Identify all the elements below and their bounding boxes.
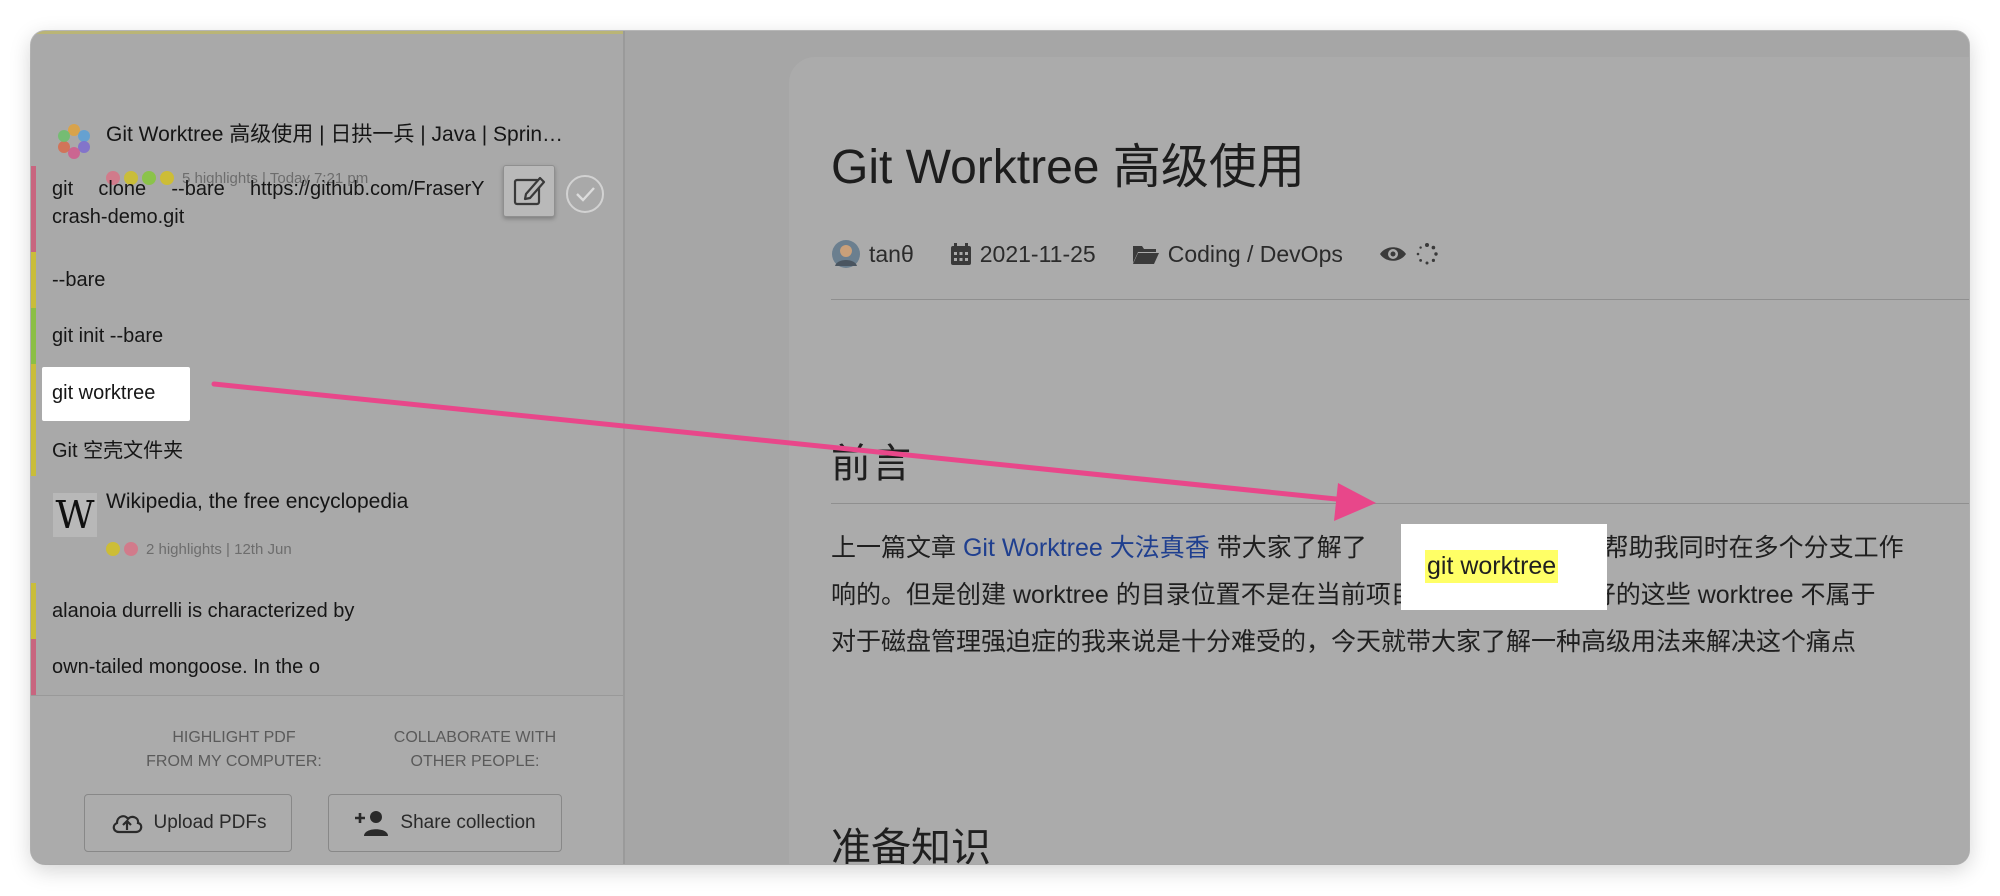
- section-heading: 前言: [831, 442, 911, 486]
- text: 带大家了解了: [1209, 534, 1374, 562]
- highlight-item[interactable]: alanoia durrelli is characterized by: [31, 583, 623, 639]
- word: git: [52, 178, 74, 200]
- publish-date: 2021-11-25: [950, 241, 1096, 268]
- highlights-sidebar: ▾ Git Worktree 高级使用 | 日拱一兵 | Java | Spri…: [31, 31, 625, 864]
- wikipedia-logo-icon: W: [53, 493, 97, 537]
- sidebar-footer: HIGHLIGHT PDF FROM MY COMPUTER: COLLABOR…: [31, 695, 623, 864]
- highlight-text: alanoia durrelli is characterized by: [52, 599, 355, 622]
- button-label: Upload PDFs: [153, 812, 267, 833]
- divider: [831, 503, 1969, 504]
- highlighted-text-box[interactable]: git worktree: [1401, 524, 1607, 610]
- highlight-text: git init --bare: [52, 324, 164, 347]
- highlight-count: 2 highlights | 12th Jun: [146, 540, 292, 558]
- highlight-text-line1: git clone --bare https://github.com/Fras…: [52, 175, 532, 203]
- article-meta: tanθ 2021-11-25 Coding / DevOps: [831, 237, 1475, 271]
- word: https://github.com/FraserY: [249, 178, 485, 200]
- divider: [831, 299, 1969, 300]
- loading-spinner-icon: [1416, 243, 1438, 265]
- edit-note-button[interactable]: [503, 165, 555, 217]
- pdf-label: HIGHLIGHT PDF FROM MY COMPUTER:: [119, 726, 349, 774]
- app-window: ▾ Git Worktree 高级使用 | 日拱一兵 | Java | Spri…: [31, 31, 1969, 864]
- mark-done-button[interactable]: [566, 175, 604, 213]
- para-line: 上一篇文章 Git Worktree 大法真香 带大家了解了 是如何帮助我同时在…: [831, 525, 1904, 572]
- category-link: Coding / DevOps: [1167, 240, 1343, 267]
- upload-pdfs-button[interactable]: Upload PDFs: [84, 794, 292, 852]
- edit-icon: [513, 176, 546, 206]
- date-text: 2021-11-25: [979, 240, 1096, 267]
- selected-highlight[interactable]: git worktree: [42, 367, 190, 421]
- author-name: tanθ: [869, 240, 914, 267]
- highlight-item[interactable]: --bare: [31, 252, 623, 308]
- para-line: 对于磁盘管理强迫症的我来说是十分难受的，今天就带大家了解一种高级用法来解决这个痛…: [831, 628, 1857, 656]
- label-line: COLLABORATE WITH: [393, 729, 557, 746]
- view-count: [1379, 242, 1439, 266]
- sidebar-top-strip: [31, 31, 623, 34]
- highlight-text: own-tailed mongoose. In the o: [52, 655, 320, 678]
- share-collection-button[interactable]: Share collection: [328, 794, 562, 852]
- article-card: Git Worktree 高级使用 tanθ 2021-11-25 Coding…: [789, 57, 1969, 864]
- article-title: Git Worktree 高级使用: [831, 141, 1305, 194]
- highlight-item[interactable]: git init --bare: [31, 308, 623, 364]
- category[interactable]: Coding / DevOps: [1132, 241, 1343, 268]
- button-label: Share collection: [400, 812, 536, 833]
- label-line: FROM MY COMPUTER:: [146, 753, 322, 770]
- para-line: 响的。但是创建 worktree 的目录位置不是在当前项目下，总感觉创建好的这些…: [831, 581, 1876, 609]
- avatar: [832, 240, 860, 268]
- word: --bare: [171, 178, 225, 200]
- calendar-icon: [950, 243, 971, 265]
- color-dot: [106, 542, 120, 556]
- text: 上一篇文章: [831, 534, 963, 562]
- highlight-item[interactable]: Git 空壳文件夹: [31, 420, 623, 476]
- cloud-upload-icon: [112, 815, 142, 834]
- label-line: HIGHLIGHT PDF: [172, 729, 296, 746]
- author[interactable]: tanθ: [831, 239, 914, 269]
- article-link[interactable]: Git Worktree 大法真香: [963, 534, 1210, 562]
- highlighted-text[interactable]: git worktree: [1425, 550, 1559, 583]
- eye-icon: [1379, 247, 1406, 261]
- color-dot: [124, 542, 138, 556]
- collab-label: COLLABORATE WITH OTHER PEOPLE:: [360, 726, 590, 774]
- highlight-text: Git 空壳文件夹: [52, 439, 184, 462]
- highlight-text: git worktree: [52, 382, 156, 404]
- section-heading: 准备知识: [831, 826, 991, 864]
- checkmark-icon: [576, 187, 595, 202]
- source-title[interactable]: Wikipedia, the free encyclopedia: [106, 490, 611, 514]
- add-user-icon: [355, 811, 389, 836]
- source-git-worktree[interactable]: Git Worktree 高级使用 | 日拱一兵 | Java | Sprin……: [31, 61, 623, 187]
- word: clone: [98, 178, 147, 200]
- folder-icon: [1132, 246, 1159, 264]
- label-line: OTHER PEOPLE:: [410, 753, 540, 770]
- source-meta: 2 highlights | 12th Jun: [106, 540, 292, 558]
- site-logo-icon: [58, 124, 90, 159]
- article-paragraph: 上一篇文章 Git Worktree 大法真香 带大家了解了 是如何帮助我同时在…: [831, 525, 1904, 666]
- highlight-text: --bare: [52, 268, 106, 291]
- source-title[interactable]: Git Worktree 高级使用 | 日拱一兵 | Java | Sprin…: [106, 118, 611, 148]
- highlight-item[interactable]: own-tailed mongoose. In the o: [31, 639, 623, 695]
- source-wikipedia[interactable]: W Wikipedia, the free encyclopedia 2 hig…: [31, 476, 623, 583]
- article-area: Git Worktree 高级使用 tanθ 2021-11-25 Coding…: [625, 31, 1969, 864]
